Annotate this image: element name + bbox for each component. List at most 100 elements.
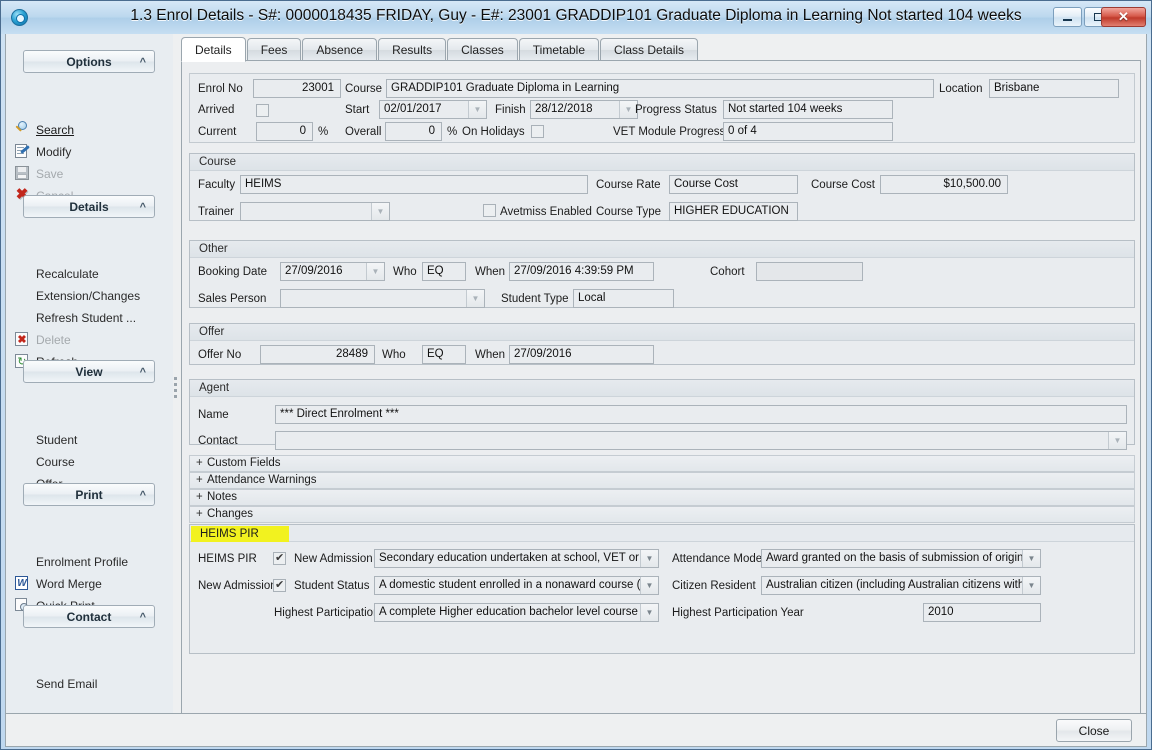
close-window-button[interactable]: ✕ xyxy=(1101,7,1146,27)
sidebar-group-print-label: Print xyxy=(75,488,102,502)
heims-pir-checkbox[interactable] xyxy=(273,552,286,565)
other-section: Other Booking Date 27/09/2016 ▼ Who EQ W… xyxy=(189,240,1135,308)
finish-date-picker[interactable]: 28/12/2018 ▼ xyxy=(530,100,638,119)
sidebar-item-enrolment-profile[interactable]: Enrolment Profile xyxy=(36,552,128,571)
expand-icon: + xyxy=(196,473,207,488)
sidebar-item-search-label: Search xyxy=(36,123,74,137)
highest-participation-value: A complete Higher education bachelor lev… xyxy=(379,606,638,618)
course-field[interactable]: GRADDIP101 Graduate Diploma in Learning xyxy=(386,79,934,98)
course-type-label: Course Type xyxy=(596,203,661,221)
tab-absence[interactable]: Absence xyxy=(302,38,377,61)
tab-details[interactable]: Details xyxy=(181,37,246,62)
tab-results-label: Results xyxy=(392,43,432,57)
location-field[interactable]: Brisbane xyxy=(989,79,1119,98)
tab-classes[interactable]: Classes xyxy=(447,38,518,61)
citizen-resident-combo[interactable]: Australian citizen (including Australian… xyxy=(761,576,1041,595)
overall-label: Overall xyxy=(345,123,381,141)
new-admission-checkbox[interactable] xyxy=(273,579,286,592)
tab-class-details-label: Class Details xyxy=(614,43,684,57)
sidebar-item-word-merge[interactable]: W Word Merge xyxy=(36,574,102,593)
sidebar-group-view[interactable]: View ˄ xyxy=(23,360,155,383)
collapsed-changes[interactable]: +Changes xyxy=(189,506,1135,523)
attendance-mode-combo[interactable]: Award granted on the basis of submission… xyxy=(761,549,1041,568)
close-icon: ✕ xyxy=(1102,8,1145,26)
sidebar-item-refresh-student[interactable]: Refresh Student ... xyxy=(36,308,136,327)
chevron-up-icon: ˄ xyxy=(140,56,146,66)
tab-fees[interactable]: Fees xyxy=(247,38,302,61)
sidebar-item-course[interactable]: Course xyxy=(36,452,75,471)
enrol-no-label: Enrol No xyxy=(198,80,243,98)
cohort-field[interactable] xyxy=(756,262,863,281)
collapsed-notes[interactable]: +Notes xyxy=(189,489,1135,506)
save-icon xyxy=(14,165,30,181)
sidebar-item-modify[interactable]: Modify xyxy=(36,142,71,161)
citizen-resident-value: Australian citizen (including Australian… xyxy=(766,579,1041,591)
avetmiss-enabled-checkbox[interactable] xyxy=(483,204,496,217)
search-icon xyxy=(14,121,30,137)
expand-icon: + xyxy=(196,456,207,471)
current-percent-field[interactable]: 0 xyxy=(256,122,313,141)
booking-date-picker[interactable]: 27/09/2016 ▼ xyxy=(280,262,385,281)
chevron-down-icon: ▼ xyxy=(468,101,486,118)
tab-timetable[interactable]: Timetable xyxy=(519,38,599,61)
chevron-up-icon: ˄ xyxy=(140,366,146,376)
new-admission-combo[interactable]: Secondary education undertaken at school… xyxy=(374,549,659,568)
arrived-label: Arrived xyxy=(198,101,234,119)
sidebar-splitter[interactable] xyxy=(174,374,179,414)
overall-percent-sign: % xyxy=(447,123,457,141)
sales-person-combo[interactable]: ▼ xyxy=(280,289,485,308)
highest-participation-combo[interactable]: A complete Higher education bachelor lev… xyxy=(374,603,659,622)
student-status-combo[interactable]: A domestic student enrolled in a nonawar… xyxy=(374,576,659,595)
sidebar-item-refresh-student-label: Refresh Student ... xyxy=(36,311,136,325)
sidebar-item-send-email[interactable]: Send Email xyxy=(36,674,97,693)
sidebar-item-save[interactable]: Save xyxy=(36,164,63,183)
sidebar-group-details[interactable]: Details ˄ xyxy=(23,195,155,218)
overall-percent-field[interactable]: 0 xyxy=(385,122,442,141)
chevron-down-icon: ▼ xyxy=(640,550,658,567)
chevron-down-icon: ▼ xyxy=(640,577,658,594)
sidebar-item-word-merge-label: Word Merge xyxy=(36,577,102,591)
tab-page-details: Enrol No 23001 Course GRADDIP101 Graduat… xyxy=(181,60,1141,714)
start-date-picker[interactable]: 02/01/2017 ▼ xyxy=(379,100,487,119)
vet-module-progress-label: VET Module Progress xyxy=(613,123,725,141)
trainer-combo[interactable]: ▼ xyxy=(240,202,390,221)
sidebar-group-options[interactable]: Options ˄ xyxy=(23,50,155,73)
offer-when-label: When xyxy=(475,346,505,364)
sidebar-item-student[interactable]: Student xyxy=(36,430,77,449)
sidebar-item-send-email-label: Send Email xyxy=(36,677,97,691)
agent-name-label: Name xyxy=(198,406,229,424)
start-date-value: 02/01/2017 xyxy=(384,103,442,115)
close-button[interactable]: Close xyxy=(1056,719,1132,742)
citizen-resident-label: Citizen Resident xyxy=(672,577,756,595)
sidebar-item-recalculate-label: Recalculate xyxy=(36,267,99,281)
highest-participation-year-label: Highest Participation Year xyxy=(672,604,804,622)
course-cost-label: Course Cost xyxy=(811,176,875,194)
collapsed-attendance-warnings[interactable]: +Attendance Warnings xyxy=(189,472,1135,489)
enrolment-header-group: Enrol No 23001 Course GRADDIP101 Graduat… xyxy=(189,73,1135,143)
collapsed-custom-fields[interactable]: +Custom Fields xyxy=(189,455,1135,472)
sidebar-group-contact[interactable]: Contact ˄ xyxy=(23,605,155,628)
minimize-button[interactable] xyxy=(1053,7,1082,27)
chevron-up-icon: ˄ xyxy=(140,201,146,211)
course-rate-label: Course Rate xyxy=(596,176,661,194)
sidebar-item-recalculate[interactable]: Recalculate xyxy=(36,264,99,283)
close-button-label: Close xyxy=(1079,724,1110,738)
student-status-value: A domestic student enrolled in a nonawar… xyxy=(379,579,656,591)
faculty-field[interactable]: HEIMS xyxy=(240,175,588,194)
arrived-checkbox[interactable] xyxy=(256,104,269,117)
sidebar-item-extension-changes[interactable]: Extension/Changes xyxy=(36,286,140,305)
sidebar-group-print[interactable]: Print ˄ xyxy=(23,483,155,506)
agent-name-field: *** Direct Enrolment *** xyxy=(275,405,1127,424)
application-window: 1.3 Enrol Details - S#: 0000018435 FRIDA… xyxy=(0,0,1152,750)
agent-contact-combo[interactable]: ▼ xyxy=(275,431,1127,450)
tab-class-details[interactable]: Class Details xyxy=(600,38,698,61)
booking-date-value: 27/09/2016 xyxy=(285,265,343,277)
window-title: 1.3 Enrol Details - S#: 0000018435 FRIDA… xyxy=(1,7,1151,25)
highest-participation-year-field[interactable]: 2010 xyxy=(923,603,1041,622)
sidebar-item-search[interactable]: Search xyxy=(36,120,74,139)
word-icon: W xyxy=(14,575,30,591)
sidebar-item-delete[interactable]: ✖ Delete xyxy=(36,330,71,349)
on-holidays-checkbox[interactable] xyxy=(531,125,544,138)
enrol-no-field[interactable]: 23001 xyxy=(253,79,341,98)
tab-results[interactable]: Results xyxy=(378,38,446,61)
